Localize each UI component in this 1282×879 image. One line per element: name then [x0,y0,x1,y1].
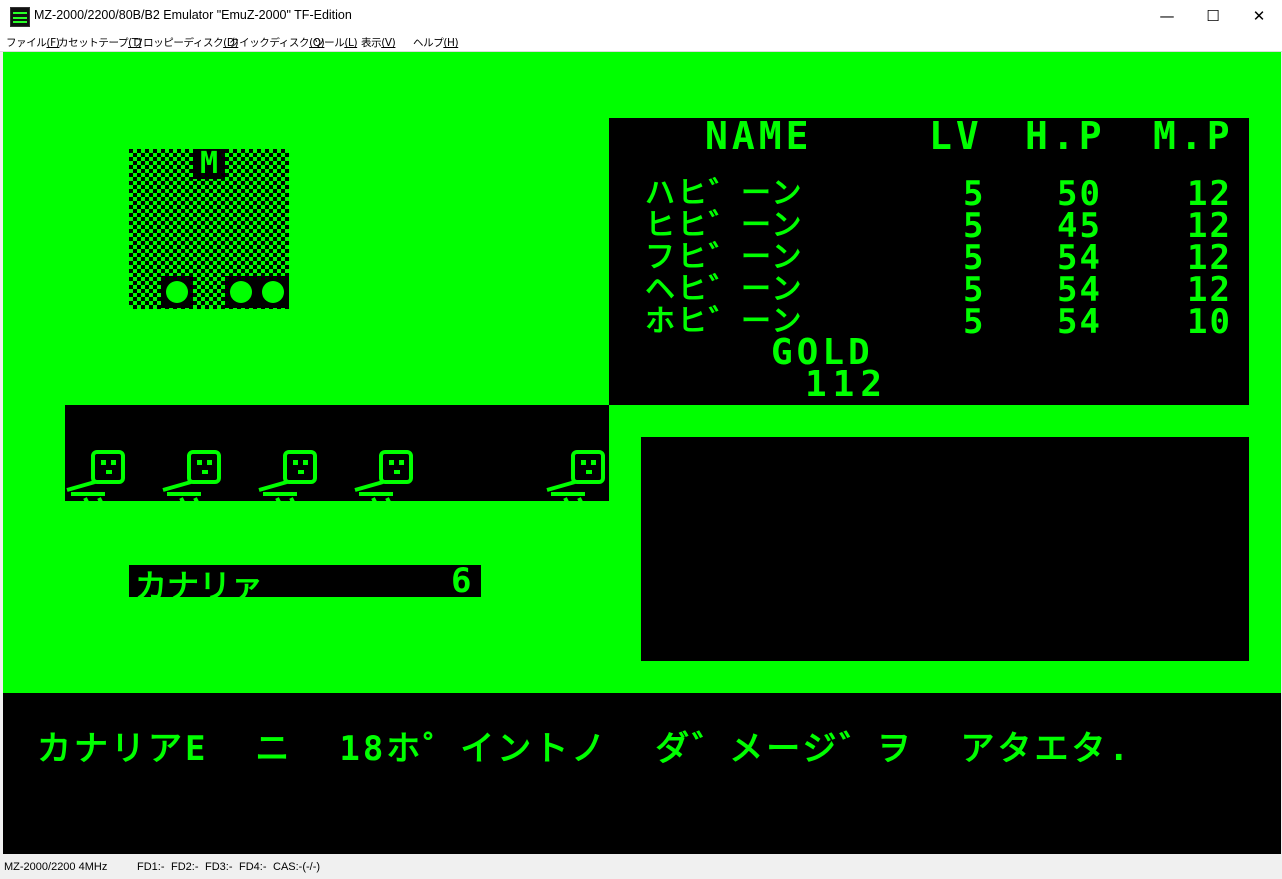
party-status-panel: NAME LV H.P M.P ハヒ゛ーン 5 50 12 ヒヒ゛ーン 5 45… [609,114,1249,405]
canary-sprite [162,450,221,502]
fd2-status: FD2:- [171,861,199,873]
enemy-name: カナリァ [135,567,264,605]
app-icon[interactable] [10,7,30,27]
map-dot [225,276,257,308]
map-dot [161,276,193,308]
member-name: ヒヒ゛ーン [645,208,804,243]
member-lv: 5 [963,302,986,342]
canary-sprite [66,450,125,502]
map-dot [257,276,289,308]
member-name: ハヒ゛ーン [645,176,804,211]
enemy-display [65,405,609,501]
minimize-button[interactable]: — [1144,0,1190,32]
fd4-status: FD4:- [239,861,267,873]
header-name: NAME [705,114,813,158]
header-mp: M.P [1153,114,1234,158]
emulator-screen[interactable]: M NAME LV H.P M.P ハヒ゛ーン 5 50 12 ヒヒ゛ーン 5 … [3,52,1281,854]
message-window: カナリアE ニ 18ホ゜イントノ ダ゛メージ゛ヲ アタエタ. [3,693,1281,854]
maximize-icon: ☐ [1206,7,1220,25]
canary-sprite [258,450,317,502]
header-lv: LV [929,114,983,158]
battle-message: カナリアE ニ 18ホ゜イントノ ダ゛メージ゛ヲ アタエタ. [37,729,1132,769]
gold-value: 112 [805,364,889,405]
menu-tools[interactable]: ツール(L) [314,35,358,50]
map-marker: M [193,149,225,179]
member-name: ヘヒ゛ーン [645,272,804,307]
menu-file[interactable]: ファイル(F) [6,35,60,50]
menu-bar: ファイル(F) カセットテープ(T) フロッピーディスク(D) クイックディスク… [0,32,1282,52]
fd1-status: FD1:- [137,861,165,873]
enemy-count: 6 [451,561,472,601]
cpu-status: MZ-2000/2200 4MHz [4,861,108,873]
window-title: MZ-2000/2200/80B/B2 Emulator "EmuZ-2000"… [34,8,352,22]
close-button[interactable]: ✕ [1236,0,1282,32]
menu-cassette-tape[interactable]: カセットテープ(T) [58,35,142,50]
minimize-icon: — [1159,7,1175,25]
header-hp: H.P [1025,114,1106,158]
member-mp: 10 [1187,302,1232,342]
maximize-button[interactable]: ☐ [1190,0,1236,32]
menu-quick-disk[interactable]: クイックディスク(Q) [229,35,325,50]
menu-help[interactable]: ヘルプ(H) [413,35,459,50]
fd3-status: FD3:- [205,861,233,873]
menu-floppy-disk[interactable]: フロッピーディスク(D) [133,35,239,50]
enemy-group-label: カナリァ 6 [129,561,481,605]
menu-view[interactable]: 表示(V) [361,35,396,50]
close-icon: ✕ [1252,7,1266,25]
canary-sprite [354,450,413,502]
cas-status: CAS:-(-/-) [273,861,321,873]
member-name: フヒ゛ーン [645,240,804,275]
canary-sprite [546,450,605,502]
member-hp: 54 [1057,302,1102,342]
title-bar: MZ-2000/2200/80B/B2 Emulator "EmuZ-2000"… [0,0,1282,33]
status-bar: MZ-2000/2200 4MHz FD1:- FD2:- FD3:- FD4:… [0,855,1282,879]
command-window [641,437,1249,661]
